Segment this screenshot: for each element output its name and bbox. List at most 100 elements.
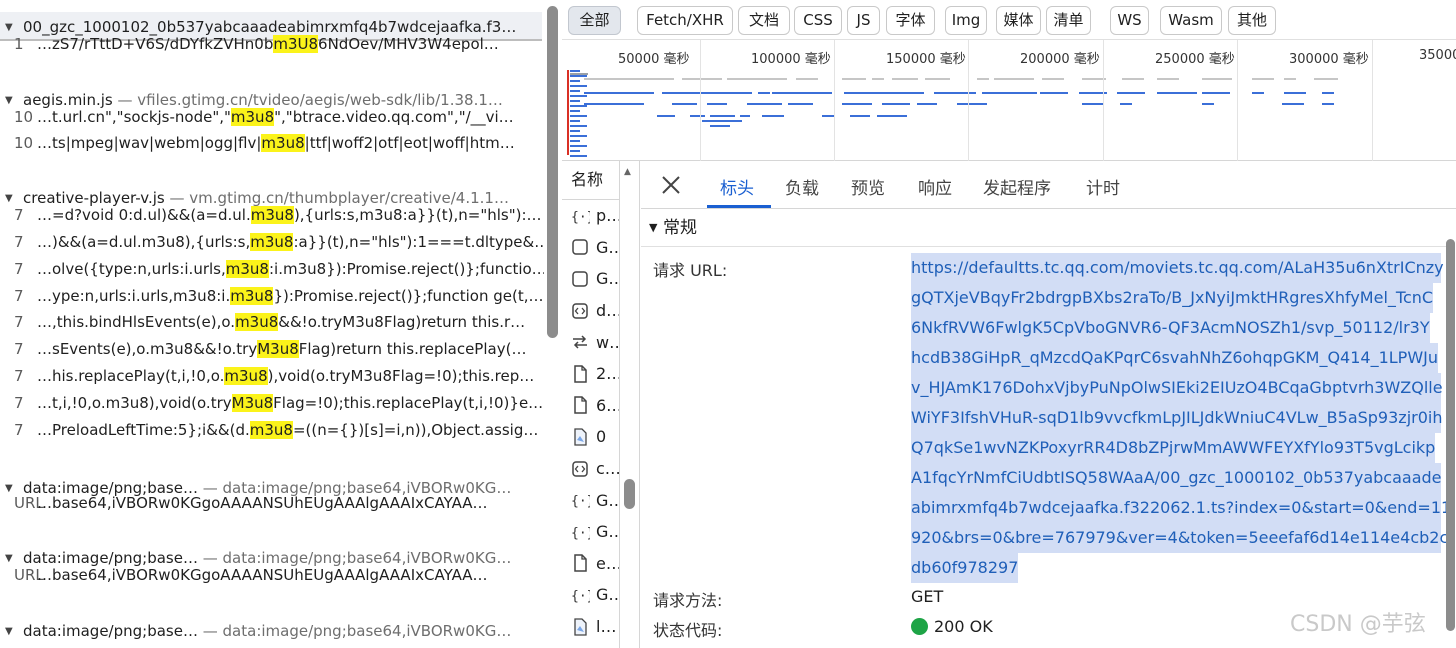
filter-button-11[interactable]: 其他 xyxy=(1228,6,1276,35)
request-list-scrollbar[interactable]: ▲ xyxy=(620,161,640,648)
match-line[interactable]: 10 …ts|mpeg|wav|webm|ogg|flv|m3u8|ttf|wof… xyxy=(0,131,544,155)
request-row[interactable]: 6… xyxy=(562,390,619,422)
timeline-request-bar xyxy=(842,103,872,105)
search-results-scrollbar[interactable] xyxy=(544,0,562,648)
request-row[interactable]: w… xyxy=(562,326,619,358)
tab-5[interactable]: 计时 xyxy=(1086,174,1120,199)
timeline-request-bar xyxy=(570,130,580,132)
tab-4[interactable]: 发起程序 xyxy=(983,174,1051,199)
match-context: ),void(o.tryM3u8Flag=!0);this.rep… xyxy=(267,367,535,385)
scroll-up-icon[interactable]: ▲ xyxy=(624,167,631,177)
request-row[interactable]: c… xyxy=(562,453,619,485)
name-column-header[interactable]: 名称 xyxy=(562,161,619,200)
match-line[interactable]: URL…base64,iVBORw0KGgoAAAANSUhEUgAAAlgAA… xyxy=(0,491,544,515)
request-row[interactable]: e… xyxy=(562,548,619,580)
request-row[interactable]: G… xyxy=(562,232,619,264)
filter-button-7[interactable]: 媒体 xyxy=(996,6,1041,35)
tab-1[interactable]: 负载 xyxy=(785,174,819,199)
request-type-icon: {·} xyxy=(570,206,594,226)
match-line[interactable]: 7 …olve({type:n,urls:i.urls,m3u8:i.m3u8})… xyxy=(0,257,544,281)
request-url-line: Q7qkSe1wvNZKPoxyrRR4D8bZPjrwMmAWWFEYXfYl… xyxy=(911,433,1436,463)
scrollbar-thumb[interactable] xyxy=(547,6,558,338)
filter-button-2[interactable]: 文档 xyxy=(738,6,790,35)
request-name: G… xyxy=(596,237,619,257)
request-row[interactable]: {·} G… xyxy=(562,484,619,516)
timeline-request-bar xyxy=(570,155,587,157)
general-section-header[interactable]: ▼ 常规 xyxy=(641,209,1446,247)
match-line[interactable]: 7 …PreloadLeftTime:5};i&&(d.m3u8=((n={})[… xyxy=(0,418,544,442)
timeline-request-bar xyxy=(994,78,1034,80)
match-text: …ts|mpeg|wav|webm|ogg|flv|m3u8|ttf|woff2… xyxy=(37,131,515,155)
match-line-number: 1 xyxy=(14,35,24,53)
timeline-tick-label: 35000 xyxy=(1419,48,1456,63)
timeline-gridline xyxy=(1103,40,1104,161)
timeline-tick-label: 50000 毫秒 xyxy=(618,52,690,67)
match-line[interactable]: 1 …zS7/rTttD+V6S/dDYfkZVHn0bm3U86NdOev/MH… xyxy=(0,32,544,56)
timeline-request-bar xyxy=(570,70,580,72)
collapse-triangle-icon[interactable]: ▼ xyxy=(649,209,663,247)
request-url-line: 920&brs=0&bre=767979&ver=4&token=5eeefaf… xyxy=(911,523,1448,553)
filter-button-4[interactable]: JS xyxy=(847,6,880,35)
tab-0[interactable]: 标头 xyxy=(720,174,754,199)
match-line[interactable]: URL…base64,iVBORw0KGgoAAAANSUhEUgAAAlgAA… xyxy=(0,563,544,587)
request-row[interactable]: d… xyxy=(562,295,619,327)
timeline-gridline xyxy=(700,40,701,161)
request-name: p… xyxy=(596,206,620,226)
tab-3[interactable]: 响应 xyxy=(918,174,952,199)
network-overview-timeline[interactable]: 50000 毫秒 100000 毫秒 150000 毫秒 200000 毫秒 25000… xyxy=(562,40,1456,161)
filter-button-9[interactable]: WS xyxy=(1110,6,1149,35)
request-row[interactable]: {·} G… xyxy=(562,516,619,548)
filter-button-5[interactable]: 字体 xyxy=(886,6,935,35)
match-text: …=d?void 0:d.ul)&&(a=d.ul.m3u8),{urls:s,… xyxy=(37,203,542,227)
filter-button-3[interactable]: CSS xyxy=(794,6,842,35)
request-url-line: hcdB38GiHpR_qMzcdQaKPqrC6svahNhZ6ohqpGKM… xyxy=(911,343,1439,373)
timeline-request-bar xyxy=(570,125,587,127)
match-context: …his.replacePlay(t,i,!0,o. xyxy=(37,367,225,385)
request-row[interactable]: {·} p… xyxy=(562,200,619,232)
request-row[interactable]: {·} G… xyxy=(562,579,619,611)
details-tabs: 标头 负载 预览 响应 发起程序 计时 xyxy=(641,161,1456,209)
match-highlight: m3u8 xyxy=(249,421,293,439)
match-line[interactable]: 7 …,this.bindHlsEvents(e),o.m3u8&&!o.tryM… xyxy=(0,310,544,334)
result-group-header[interactable]: ▼ data:image/png;base… — data:image/png;b… xyxy=(5,621,511,644)
match-line[interactable]: 7 …his.replacePlay(t,i,!0,o.m3u8),void(o.… xyxy=(0,364,544,388)
filter-button-8[interactable]: 清单 xyxy=(1046,6,1091,35)
expand-triangle-icon[interactable]: ▼ xyxy=(5,622,23,642)
request-row[interactable]: 0 xyxy=(562,421,619,453)
match-context: …base64,iVBORw0KGgoAAAANSUhEUgAAAlgAAAIx… xyxy=(37,494,488,512)
filter-button-0[interactable]: 全部 xyxy=(568,6,621,35)
close-icon[interactable] xyxy=(659,173,683,197)
match-line[interactable]: 7 …ype:n,urls:i.urls,m3u8:i.m3u8}):Promis… xyxy=(0,284,544,308)
request-type-icon: {·} xyxy=(570,522,594,542)
tab-2[interactable]: 预览 xyxy=(851,174,885,199)
filter-button-6[interactable]: Img xyxy=(945,6,987,35)
timeline-tick-label: 300000 毫秒 xyxy=(1289,52,1369,67)
timeline-request-bar xyxy=(710,125,730,127)
match-line[interactable]: 7 …t,i,!0,o.m3u8),void(o.tryM3u8Flag=!0);… xyxy=(0,391,544,415)
filter-button-10[interactable]: Wasm xyxy=(1160,6,1222,35)
details-scrollbar[interactable] xyxy=(1444,209,1456,648)
timeline-request-bar xyxy=(570,145,587,147)
timeline-request-bar xyxy=(1252,92,1264,94)
scrollbar-thumb[interactable] xyxy=(1446,239,1455,631)
timeline-request-bar xyxy=(758,92,770,94)
match-context: 6NdOev/MHV3W4epol… xyxy=(318,35,499,53)
match-line[interactable]: 7 …=d?void 0:d.ul)&&(a=d.ul.m3u8),{urls:s… xyxy=(0,203,544,227)
request-url-value[interactable]: https://defaultts.tc.qq.com/moviets.tc.q… xyxy=(911,253,1451,583)
request-row[interactable]: l… xyxy=(562,611,619,643)
timeline-request-bar xyxy=(1284,92,1306,94)
match-context: }):Promise.reject()};function ge(t,… xyxy=(273,287,544,305)
scrollbar-thumb[interactable] xyxy=(624,479,635,509)
request-row[interactable]: 2… xyxy=(562,358,619,390)
match-line[interactable]: 7 …sEvents(e),o.m3u8&&!o.tryM3u8Flag)retu… xyxy=(0,337,544,361)
filter-button-1[interactable]: Fetch/XHR xyxy=(637,6,733,35)
match-text: …t,i,!0,o.m3u8),void(o.tryM3u8Flag=!0);t… xyxy=(37,391,543,415)
match-line[interactable]: 10 …t.url.cn","sockjs-node","m3u8","btrac… xyxy=(0,105,544,129)
match-line-number: 7 xyxy=(14,394,24,412)
match-line[interactable]: 7 …)&&(a=d.ul.m3u8),{urls:s,m3u8:a}}(t),n… xyxy=(0,230,544,254)
request-name: G… xyxy=(596,269,619,289)
fetch-icon: {·} xyxy=(571,589,594,604)
request-name: 6… xyxy=(596,395,620,415)
request-row[interactable]: G… xyxy=(562,263,619,295)
request-type-icon xyxy=(570,553,590,573)
